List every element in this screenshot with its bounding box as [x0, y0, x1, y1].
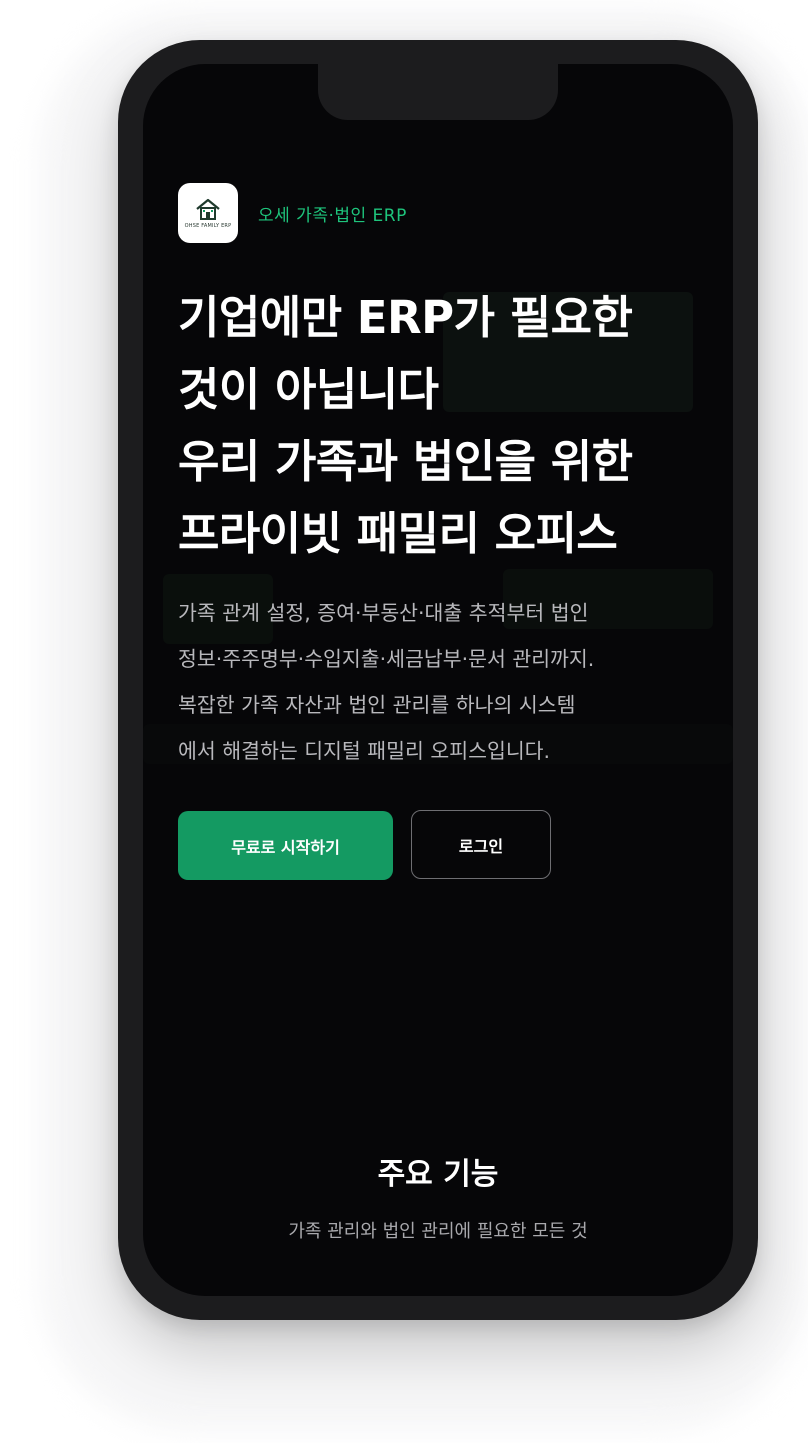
- start-free-button[interactable]: 무료로 시작하기: [178, 811, 393, 880]
- device-notch: [318, 64, 558, 120]
- hero-description: 가족 관계 설정, 증여·부동산·대출 추적부터 법인 정보·주주명부·수입지출…: [178, 590, 718, 774]
- mockup-stage: OHSE FAMILY ERP 오세 가족·법인 ERP 기업에만 ERP가 필…: [0, 0, 808, 1443]
- headline-line: 기업에만 ERP가 필요한: [178, 291, 633, 344]
- brand-header[interactable]: OHSE FAMILY ERP 오세 가족·법인 ERP: [178, 183, 407, 243]
- login-button[interactable]: 로그인: [411, 810, 551, 879]
- logo-caption: OHSE FAMILY ERP: [184, 223, 232, 229]
- headline-line: 프라이빗 패밀리 오피스: [178, 507, 618, 560]
- brand-logo: OHSE FAMILY ERP: [178, 183, 238, 243]
- headline-line: 우리 가족과 법인을 위한: [178, 435, 633, 488]
- features-title: 주요 기능: [377, 1157, 499, 1192]
- description-line: 정보·주주명부·수입지출·세금납부·문서 관리까지.: [178, 647, 595, 671]
- description-line: 에서 해결하는 디지털 패밀리 오피스입니다.: [178, 739, 551, 763]
- headline-line: 것이 아닙니다: [178, 363, 439, 416]
- features-subtitle: 가족 관리와 법인 관리에 필요한 모든 것: [288, 1221, 588, 1242]
- house-icon: [196, 198, 220, 220]
- phone-screen: OHSE FAMILY ERP 오세 가족·법인 ERP 기업에만 ERP가 필…: [143, 64, 733, 1296]
- description-line: 가족 관계 설정, 증여·부동산·대출 추적부터 법인: [178, 601, 589, 625]
- brand-name: 오세 가족·법인 ERP: [258, 205, 407, 226]
- description-line: 복잡한 가족 자산과 법인 관리를 하나의 시스템: [178, 693, 576, 717]
- hero-headline: 기업에만 ERP가 필요한 것이 아닙니다 우리 가족과 법인을 위한 프라이빗…: [178, 282, 698, 570]
